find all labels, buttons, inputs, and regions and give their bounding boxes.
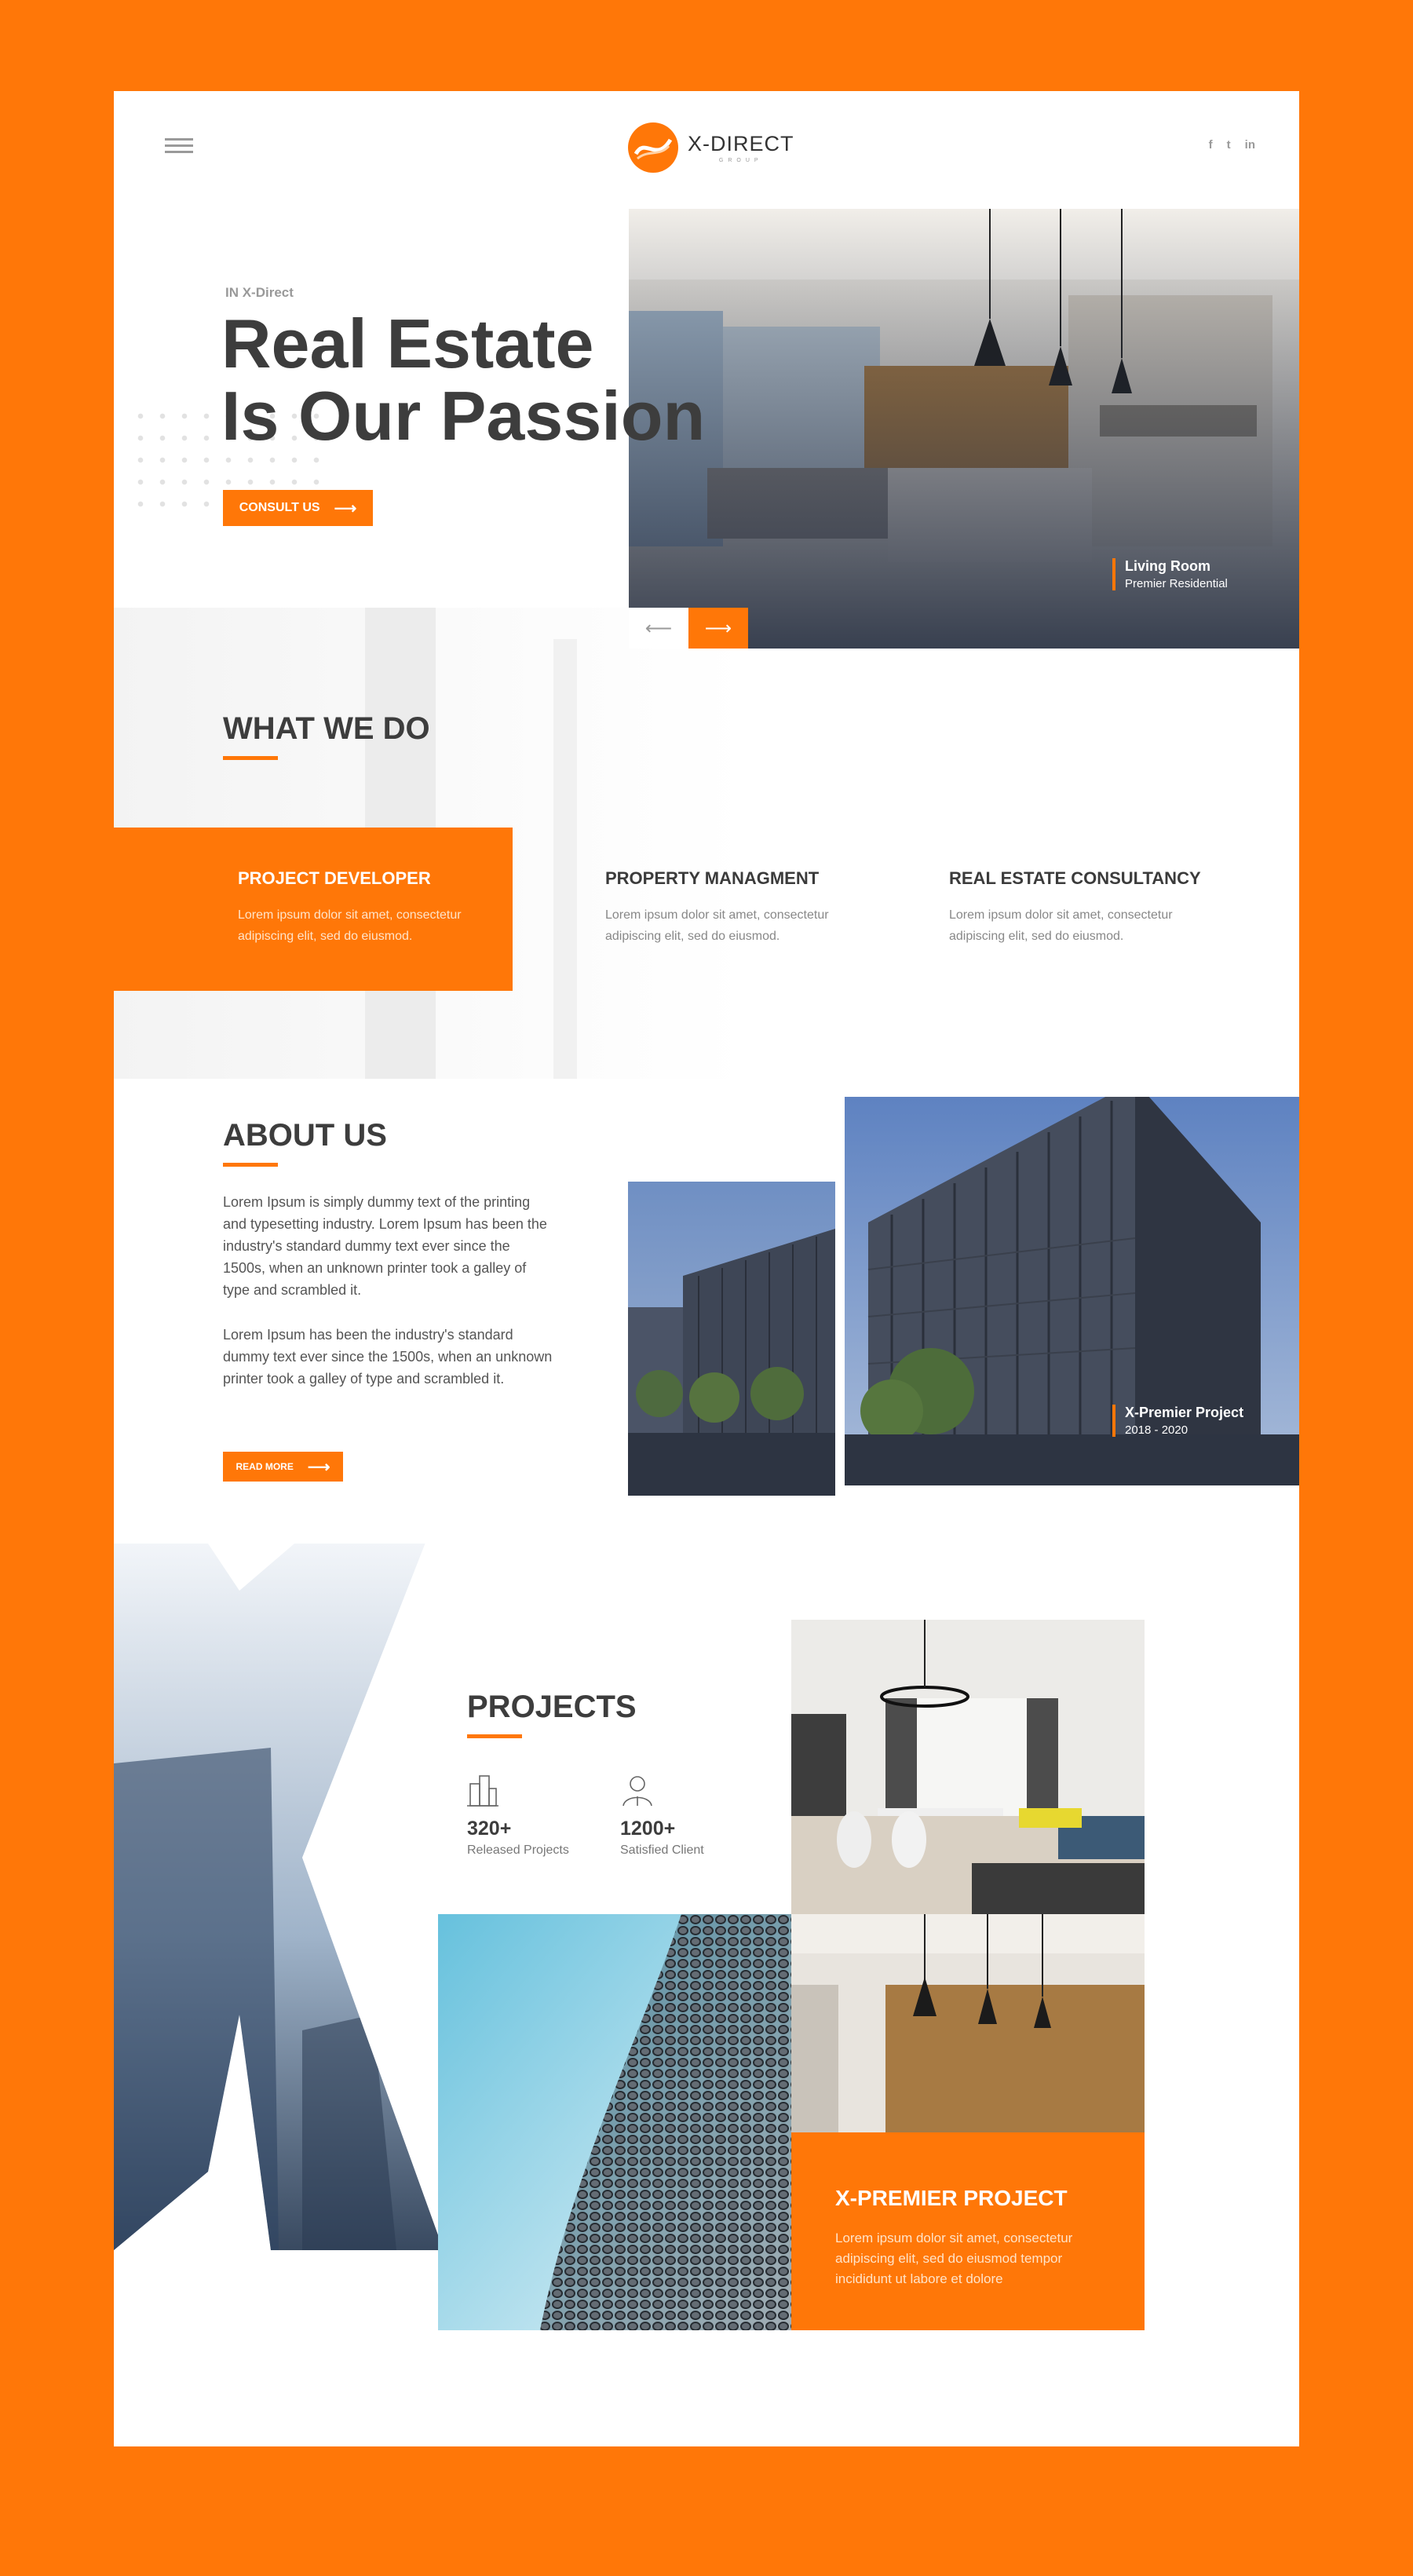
hero-caption-title: Living Room — [1125, 558, 1210, 574]
service-text: Lorem ipsum dolor sit amet, consectetur … — [949, 908, 1173, 943]
stat-released-projects: 320+ Released Projects — [467, 1773, 569, 1858]
twitter-icon[interactable]: t — [1227, 138, 1231, 152]
arrow-right-icon: ⟶ — [334, 499, 357, 517]
brand-sub: GROUP — [718, 158, 763, 163]
service-project-developer[interactable]: PROJECT DEVELOPER Lorem ipsum dolor sit … — [238, 868, 489, 947]
brand-name: X-DIRECT — [688, 132, 794, 155]
stat-number: 1200+ — [620, 1818, 676, 1840]
title-underline — [223, 756, 278, 760]
about-caption-title: X-Premier Project — [1125, 1405, 1244, 1420]
stat-label: Satisfied Client — [620, 1843, 704, 1857]
project-kitchen-image[interactable] — [791, 1914, 1145, 2132]
projects-heading: PROJECTS — [467, 1690, 637, 1738]
featured-project-text: Lorem ipsum dolor sit amet, consectetur … — [835, 2231, 1073, 2286]
service-title: PROPERTY MANAGMENT — [605, 868, 820, 888]
hamburger-menu-icon[interactable] — [165, 138, 193, 155]
hero-caption-sub: Premier Residential — [1125, 577, 1228, 590]
hero-kicker: IN X-Direct — [225, 285, 294, 300]
slider-next-button[interactable]: ⟶ — [688, 608, 748, 649]
facebook-icon[interactable]: f — [1209, 138, 1213, 152]
hero-title: Real Estate Is Our Passion — [221, 308, 705, 452]
title-underline — [223, 1163, 278, 1167]
service-title: PROJECT DEVELOPER — [238, 868, 431, 888]
stat-label: Released Projects — [467, 1843, 569, 1857]
building-image-small — [628, 1182, 835, 1496]
read-more-label: READ MORE — [236, 1461, 294, 1472]
stat-number: 320+ — [467, 1818, 512, 1840]
about-title: ABOUT US — [223, 1118, 387, 1153]
consult-us-label: CONSULT US — [239, 501, 320, 514]
slider-prev-button[interactable]: ⟵ — [629, 608, 688, 649]
brand-logo[interactable]: X-DIRECT GROUP — [628, 122, 794, 173]
hero-title-line2: Is Our Passion — [221, 377, 706, 455]
about-heading: ABOUT US — [223, 1118, 387, 1167]
landing-page: X-DIRECT GROUP f t in IN X-Direct Real E… — [114, 91, 1299, 2446]
buildings-icon — [467, 1773, 569, 1811]
service-text: Lorem ipsum dolor sit amet, consectetur … — [238, 908, 462, 943]
service-title: REAL ESTATE CONSULTANCY — [949, 868, 1201, 888]
featured-project-title: X-PREMIER PROJECT — [835, 2186, 1068, 2210]
service-real-estate-consultancy[interactable]: REAL ESTATE CONSULTANCY Lorem ipsum dolo… — [949, 868, 1201, 947]
logo-mark-icon — [628, 122, 678, 173]
title-underline — [467, 1734, 522, 1738]
read-more-button[interactable]: READ MORE ⟶ — [223, 1452, 343, 1482]
projects-title: PROJECTS — [467, 1690, 637, 1724]
what-we-do-heading: WHAT WE DO — [223, 711, 430, 760]
social-links: f t in — [1209, 138, 1255, 152]
hero-caption: Living Room Premier Residential — [1112, 558, 1228, 590]
featured-project-card[interactable]: X-PREMIER PROJECT Lorem ipsum dolor sit … — [791, 2132, 1145, 2330]
service-text: Lorem ipsum dolor sit amet, consectetur … — [605, 908, 829, 943]
linkedin-icon[interactable]: in — [1245, 138, 1255, 152]
client-person-icon — [620, 1773, 704, 1811]
about-paragraph-2: Lorem Ipsum has been the industry's stan… — [223, 1327, 553, 1387]
service-property-management[interactable]: PROPERTY MANAGMENT Lorem ipsum dolor sit… — [605, 868, 856, 947]
about-caption-sub: 2018 - 2020 — [1125, 1423, 1188, 1437]
about-paragraph-1: Lorem Ipsum is simply dummy text of the … — [223, 1194, 547, 1298]
arrow-right-icon: ⟶ — [307, 1458, 330, 1476]
about-caption: X-Premier Project 2018 - 2020 — [1112, 1405, 1243, 1437]
project-dining-room-image[interactable] — [791, 1620, 1145, 1914]
stat-satisfied-client: 1200+ Satisfied Client — [620, 1773, 704, 1858]
hero-title-line1: Real Estate — [221, 305, 594, 382]
what-we-do-title: WHAT WE DO — [223, 711, 430, 746]
consult-us-button[interactable]: CONSULT US ⟶ — [223, 490, 373, 526]
project-facade-image[interactable] — [438, 1914, 791, 2330]
x-skyscraper-graphic — [114, 1544, 444, 2329]
